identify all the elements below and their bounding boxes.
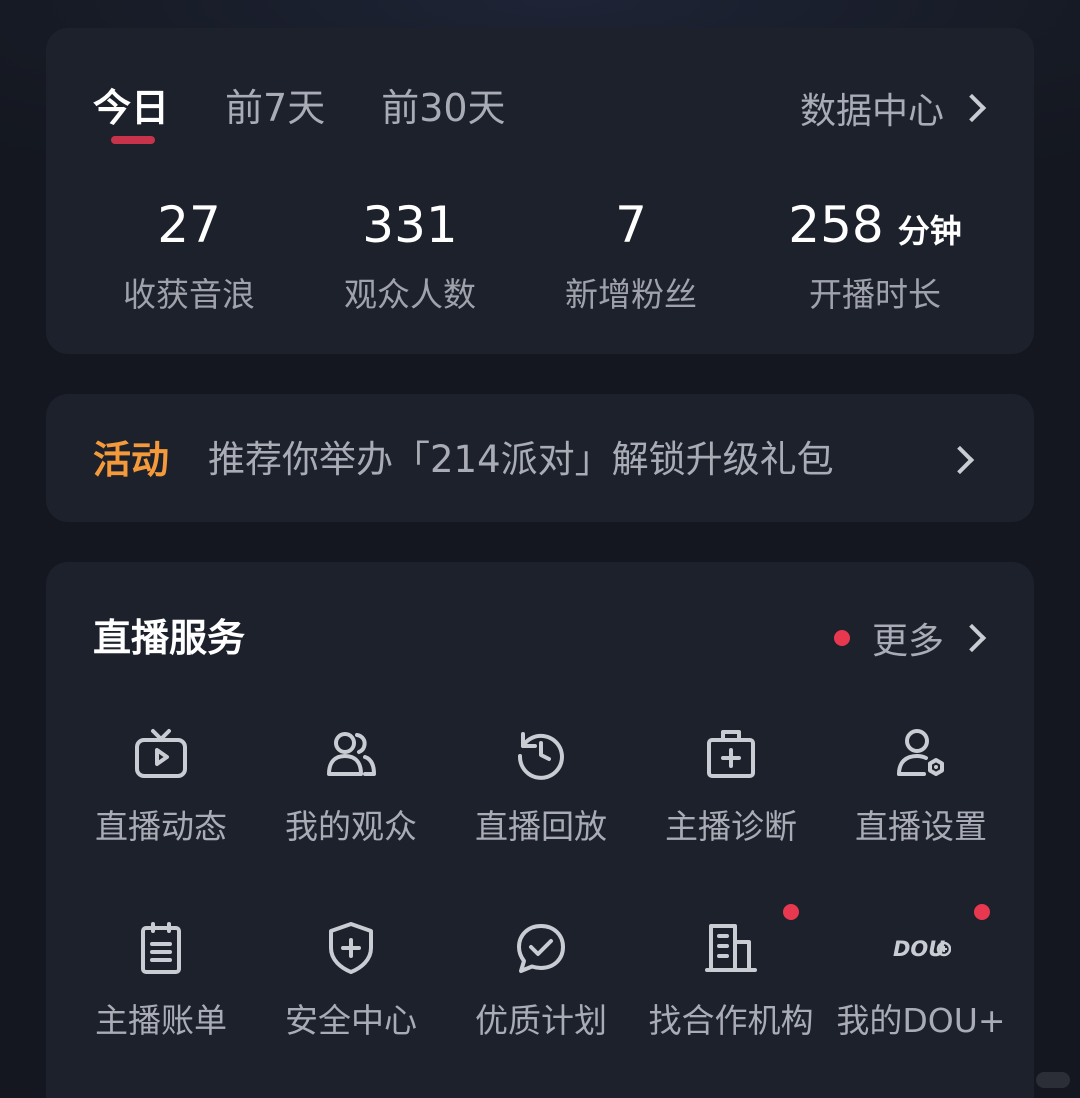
watermark — [1036, 1072, 1070, 1088]
activity-banner[interactable]: 活动 推荐你举办「214派对」解锁升级礼包 — [46, 394, 1034, 522]
section-title: 直播服务 — [93, 616, 246, 660]
service-label: 直播设置 — [855, 807, 987, 846]
stat-label: 观众人数 — [344, 275, 476, 314]
tab-today[interactable]: 今日 — [93, 80, 170, 144]
stat-label: 开播时长 — [809, 275, 941, 314]
bill-icon — [131, 918, 191, 978]
tab-7-days-label: 前7天 — [225, 86, 326, 130]
tab-30-days[interactable]: 前30天 — [381, 80, 505, 136]
service-live-feed[interactable]: 直播动态 — [66, 724, 256, 874]
service-live-settings[interactable]: 直播设置 — [826, 724, 1016, 874]
shield-plus-icon — [321, 918, 381, 978]
stat-value: 27 — [157, 196, 221, 254]
medical-kit-icon — [701, 724, 761, 784]
stat-label: 新增粉丝 — [565, 275, 697, 314]
notification-dot — [833, 630, 850, 646]
stat-value: 258 — [788, 196, 884, 254]
check-badge-icon — [511, 918, 571, 978]
stat-viewers[interactable]: 331 观众人数 — [300, 190, 520, 320]
stat-label: 收获音浪 — [123, 275, 255, 314]
user-settings-icon — [891, 724, 951, 784]
service-streamer-bill[interactable]: 主播账单 — [66, 918, 256, 1068]
service-my-dou-plus[interactable]: DOU 我的DOU+ — [826, 904, 1016, 1068]
notification-dot — [783, 904, 799, 920]
service-live-replay[interactable]: 直播回放 — [446, 724, 636, 874]
service-my-audience[interactable]: 我的观众 — [256, 724, 446, 874]
chevron-right-icon — [945, 445, 975, 475]
history-icon — [511, 724, 571, 784]
tv-play-icon — [131, 724, 191, 784]
more-label: 更多 — [871, 621, 944, 662]
service-streamer-diagnosis[interactable]: 主播诊断 — [636, 724, 826, 874]
period-tabs: 今日 前7天 前30天 — [93, 80, 562, 144]
building-icon — [701, 918, 761, 978]
stat-value: 331 — [362, 196, 458, 254]
activity-text: 推荐你举办「214派对」解锁升级礼包 — [208, 438, 834, 481]
dou-plus-icon: DOU — [891, 918, 951, 978]
data-center-label: 数据中心 — [799, 91, 944, 132]
stat-unit: 分钟 — [897, 212, 962, 250]
stats-card: 今日 前7天 前30天 数据中心 27 收获音浪 331 观众人数 7 新增粉丝… — [46, 28, 1034, 354]
stat-stream-duration[interactable]: 258 分钟 开播时长 — [760, 190, 990, 320]
active-tab-indicator — [111, 136, 155, 144]
users-icon — [321, 724, 381, 784]
tab-today-label: 今日 — [93, 86, 170, 130]
live-services-card: 直播服务 更多 直播动态 我的观众 直播回放 主播诊断 直播设置 主播账单 安全… — [46, 562, 1034, 1098]
stats-row: 27 收获音浪 331 观众人数 7 新增粉丝 258 分钟 开播时长 — [46, 190, 1034, 330]
tab-7-days[interactable]: 前7天 — [225, 80, 325, 136]
service-label: 我的DOU+ — [836, 1001, 1006, 1040]
more-link[interactable]: 更多 — [833, 610, 988, 666]
data-center-link[interactable]: 数据中心 — [800, 80, 988, 136]
chevron-right-icon — [957, 623, 987, 653]
service-find-agency[interactable]: 找合作机构 — [636, 904, 826, 1068]
stat-new-followers[interactable]: 7 新增粉丝 — [521, 190, 741, 320]
service-quality-plan[interactable]: 优质计划 — [446, 918, 636, 1068]
stat-sound-waves[interactable]: 27 收获音浪 — [79, 190, 299, 320]
activity-tag: 活动 — [93, 438, 170, 482]
service-security-center[interactable]: 安全中心 — [256, 918, 446, 1068]
chevron-right-icon — [957, 93, 987, 123]
stat-value: 7 — [615, 196, 647, 254]
notification-dot — [974, 904, 990, 920]
tab-30-days-label: 前30天 — [381, 86, 506, 130]
